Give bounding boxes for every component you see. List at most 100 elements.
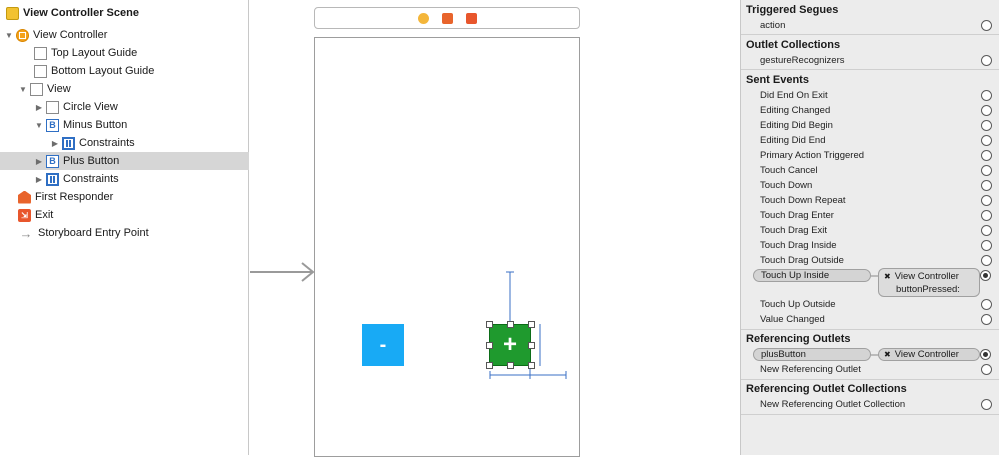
connection-circle[interactable]: [981, 364, 992, 375]
disclosure-expanded-icon[interactable]: ▼: [4, 31, 14, 40]
resize-handle[interactable]: [528, 342, 535, 349]
connection-circle[interactable]: [981, 240, 992, 251]
disclosure-collapsed-icon[interactable]: ▶: [50, 139, 60, 148]
referencing-outlet-target[interactable]: ✖ View Controller: [878, 348, 980, 361]
button-icon: B: [46, 118, 59, 132]
outline-item-label: Top Layout Guide: [51, 47, 138, 59]
entry-point-arrow-icon: →: [19, 225, 33, 241]
referencing-outlet-pill[interactable]: plusButton: [753, 348, 871, 361]
new-referencing-outlet-row: New Referencing Outlet: [741, 362, 999, 377]
view-controller-icon[interactable]: [417, 12, 429, 24]
resize-handle[interactable]: [528, 321, 535, 328]
outline-item-plus-button[interactable]: ▶ B Plus Button: [0, 152, 249, 170]
outline-item-circle-view[interactable]: ▶ Circle View: [0, 98, 249, 116]
resize-handle[interactable]: [486, 342, 493, 349]
event-row: Touch Down Repeat: [741, 193, 999, 208]
outline-item-view[interactable]: ▼ View: [0, 80, 249, 98]
divider: [741, 34, 999, 35]
resize-handle[interactable]: [507, 321, 514, 328]
outline-item-minus-constraints[interactable]: ▶ Constraints: [0, 134, 249, 152]
connection-circle[interactable]: [981, 210, 992, 221]
outline-item-exit[interactable]: ⇲ Exit: [0, 206, 249, 224]
event-row: Touch Down: [741, 178, 999, 193]
plus-button[interactable]: +: [489, 324, 531, 366]
outline-item-view-controller[interactable]: ▼ View Controller: [0, 26, 249, 44]
exit-icon[interactable]: [465, 12, 477, 24]
resize-handle[interactable]: [528, 362, 535, 369]
exit-icon: ⇲: [18, 208, 31, 222]
event-row: Editing Did Begin: [741, 118, 999, 133]
constraints-icon: [46, 172, 59, 186]
connection-circle[interactable]: [981, 180, 992, 191]
connections-inspector: Triggered Segues action Outlet Collectio…: [740, 0, 999, 455]
outline-item-bottom-layout-guide[interactable]: Bottom Layout Guide: [0, 62, 249, 80]
remove-connection-icon[interactable]: ✖: [884, 350, 891, 359]
storyboard-entry-arrow[interactable]: [250, 262, 316, 282]
connection-circle[interactable]: [981, 165, 992, 176]
connection-circle[interactable]: [981, 399, 992, 410]
connection-circle[interactable]: [981, 90, 992, 101]
connection-circle[interactable]: [981, 135, 992, 146]
connected-event-pill[interactable]: Touch Up Inside: [753, 269, 871, 282]
connection-circle[interactable]: [981, 299, 992, 310]
section-title-referencing-outlet-collections: Referencing Outlet Collections: [746, 382, 907, 395]
resize-handle[interactable]: [507, 362, 514, 369]
outline-item-label: Exit: [35, 209, 54, 221]
event-row: Touch Drag Enter: [741, 208, 999, 223]
outline-item-label: View: [47, 83, 71, 95]
disclosure-expanded-icon[interactable]: ▼: [18, 85, 28, 94]
first-responder-icon: [18, 190, 31, 204]
connection-circle[interactable]: [981, 120, 992, 131]
resize-handle[interactable]: [486, 321, 493, 328]
connection-circle[interactable]: [981, 20, 992, 31]
layout-guide-icon: [34, 46, 47, 60]
button-icon: B: [46, 154, 59, 168]
outline-item-first-responder[interactable]: First Responder: [0, 188, 249, 206]
outline-item-label: Constraints: [79, 137, 135, 149]
disclosure-collapsed-icon[interactable]: ▶: [34, 175, 44, 184]
outline-item-view-controller-scene[interactable]: View Controller Scene: [0, 4, 249, 22]
event-row: Editing Changed: [741, 103, 999, 118]
section-title-outlet-collections: Outlet Collections: [746, 38, 841, 51]
event-row: Touch Cancel: [741, 163, 999, 178]
outline-item-view-constraints[interactable]: ▶ Constraints: [0, 170, 249, 188]
storyboard-canvas[interactable]: - +: [250, 0, 740, 457]
connection-target-box[interactable]: ✖ View Controller buttonPressed:: [878, 268, 980, 297]
connection-row-action: action: [741, 18, 999, 33]
outline-item-label: Plus Button: [63, 155, 120, 167]
disclosure-collapsed-icon[interactable]: ▶: [34, 157, 44, 166]
resize-handle[interactable]: [486, 362, 493, 369]
section-title-triggered-segues: Triggered Segues: [746, 3, 839, 16]
event-row: Value Changed: [741, 312, 999, 327]
scene-dock: [314, 7, 580, 29]
connection-circle[interactable]: [981, 314, 992, 325]
outline-item-top-layout-guide[interactable]: Top Layout Guide: [0, 44, 249, 62]
connection-circle-filled[interactable]: [980, 270, 991, 281]
outline-item-label: Minus Button: [63, 119, 128, 131]
scene-icon: [6, 6, 19, 20]
connection-circle[interactable]: [981, 105, 992, 116]
first-responder-icon[interactable]: [441, 12, 453, 24]
disclosure-collapsed-icon[interactable]: ▶: [34, 103, 44, 112]
connection-circle[interactable]: [981, 195, 992, 206]
divider: [741, 69, 999, 70]
view-controller-scene-view[interactable]: [314, 37, 580, 457]
remove-connection-icon[interactable]: ✖: [884, 272, 891, 281]
divider: [741, 414, 999, 415]
layout-guide-icon: [34, 64, 47, 78]
outline-item-minus-button[interactable]: ▼ B Minus Button: [0, 116, 249, 134]
connection-circle[interactable]: [981, 150, 992, 161]
outline-item-storyboard-entry-point[interactable]: → Storyboard Entry Point: [0, 224, 249, 242]
connection-circle[interactable]: [981, 255, 992, 266]
event-row: Touch Drag Exit: [741, 223, 999, 238]
outline-item-label: Constraints: [63, 173, 119, 185]
outline-item-label: First Responder: [35, 191, 114, 203]
event-row: Touch Up Outside: [741, 297, 999, 312]
section-title-referencing-outlets: Referencing Outlets: [746, 332, 851, 345]
connection-circle[interactable]: [981, 55, 992, 66]
connection-circle[interactable]: [981, 225, 992, 236]
minus-button[interactable]: -: [362, 324, 404, 366]
outline-item-label: Circle View: [63, 101, 118, 113]
connection-circle-filled[interactable]: [980, 349, 991, 360]
disclosure-expanded-icon[interactable]: ▼: [34, 121, 44, 130]
